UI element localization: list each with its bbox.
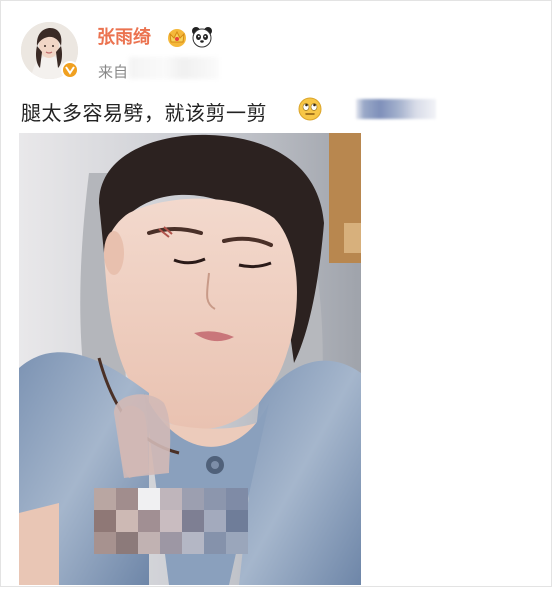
weibo-post-card: 张雨绮 来自 腿太多容易劈，就该剪一剪 [0, 0, 552, 587]
post-photo[interactable] [19, 133, 361, 585]
crown-badge-icon[interactable] [166, 27, 188, 47]
panda-badge-icon[interactable] [191, 26, 213, 48]
post-text: 腿太多容易劈，就该剪一剪 [21, 101, 267, 125]
eye-roll-emoji-icon [298, 97, 322, 121]
username[interactable]: 张雨绮 [97, 23, 151, 49]
source-app-blurred [129, 57, 219, 79]
source-label: 来自 [98, 63, 129, 81]
link-blurred[interactable] [356, 99, 436, 119]
verified-v-icon [61, 61, 79, 79]
